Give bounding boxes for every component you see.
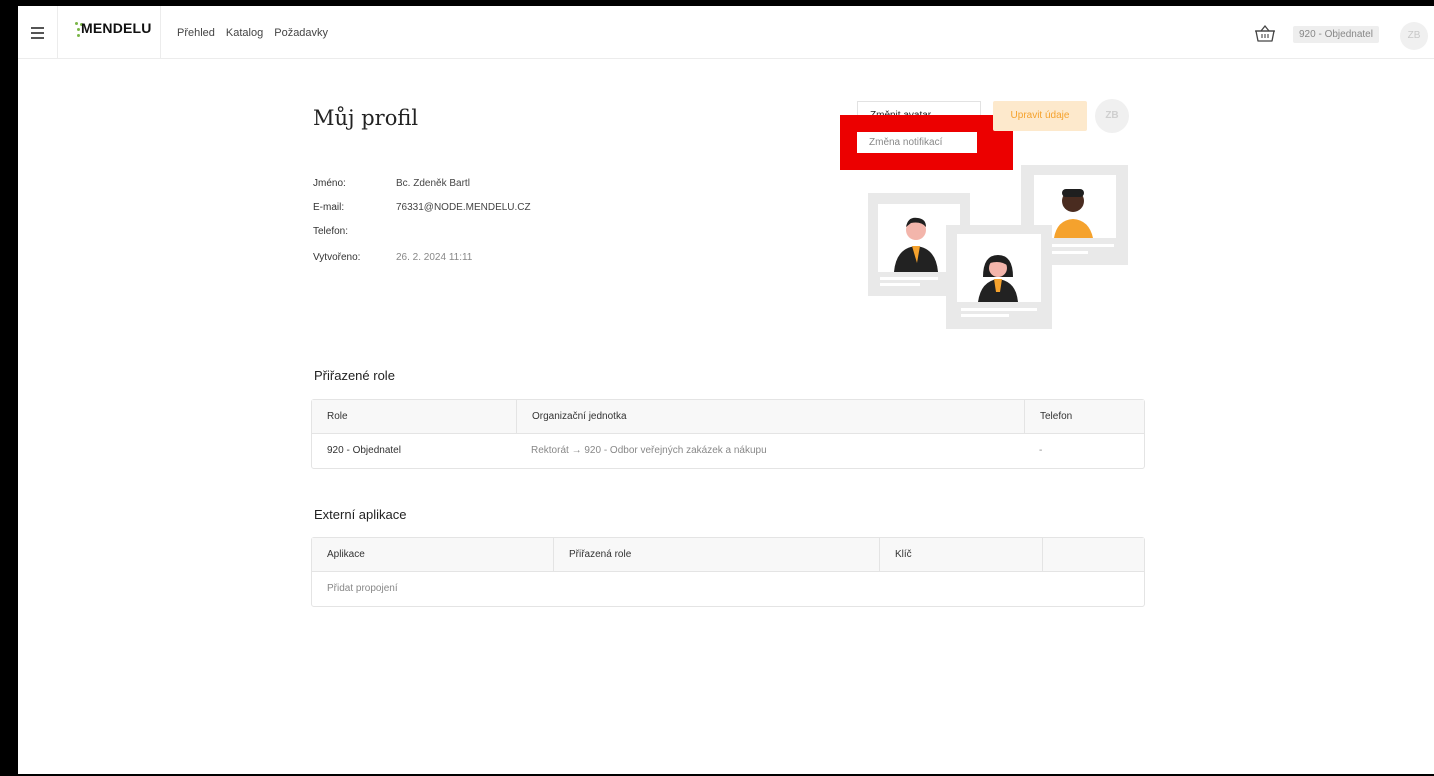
nav-prehled[interactable]: Přehled <box>177 27 215 39</box>
column-header-role: Role <box>327 411 348 422</box>
roles-table: Role Organizační jednotka Telefon 920 - … <box>311 399 1145 469</box>
table-header: Aplikace Přiřazená role Klíč <box>312 538 1144 572</box>
field-phone: Telefon: <box>313 226 713 242</box>
main-nav: Přehled Katalog Požadavky <box>177 6 328 59</box>
user-avatar[interactable]: ZB <box>1400 22 1428 50</box>
field-name: Jméno: Bc. Zdeněk Bartl <box>313 178 713 194</box>
field-value: Bc. Zdeněk Bartl <box>396 178 470 189</box>
external-apps-table: Aplikace Přiřazená role Klíč Přidat prop… <box>311 537 1145 607</box>
nav-pozadavky[interactable]: Požadavky <box>274 27 328 39</box>
table-row: Přidat propojení <box>312 572 1144 606</box>
field-label: Vytvořeno: <box>313 252 361 263</box>
field-label: E-mail: <box>313 202 345 213</box>
table-row: 920 - Objednatel Rektorát → 920 - Odbor … <box>312 434 1144 468</box>
cell-phone: - <box>1039 445 1043 456</box>
change-notifications-item[interactable]: Změna notifikací <box>857 132 977 153</box>
table-header: Role Organizační jednotka Telefon <box>312 400 1144 434</box>
external-apps-section-title: Externí aplikace <box>314 507 407 522</box>
column-header-phone: Telefon <box>1024 400 1145 434</box>
profiles-illustration <box>866 163 1131 329</box>
field-email: E-mail: 76331@NODE.MENDELU.CZ <box>313 202 713 218</box>
cell-org-unit: Rektorát → 920 - Odbor veřejných zakázek… <box>531 445 767 456</box>
logo-text: MENDELU <box>81 20 152 36</box>
profile-avatar: ZB <box>1095 99 1129 133</box>
field-created: Vytvořeno: 26. 2. 2024 11:11 <box>313 252 713 268</box>
field-label: Telefon: <box>313 226 349 237</box>
hamburger-icon[interactable] <box>18 6 58 59</box>
cell-role: 920 - Objednatel <box>327 445 401 456</box>
field-value: 76331@NODE.MENDELU.CZ <box>396 202 531 213</box>
field-value: 26. 2. 2024 11:11 <box>396 252 473 263</box>
edit-profile-button[interactable]: Upravit údaje <box>993 101 1087 131</box>
column-header-assigned-role: Přiřazená role <box>553 538 880 572</box>
column-header-actions <box>1042 538 1145 572</box>
add-connection-link[interactable]: Přidat propojení <box>312 572 398 606</box>
roles-section-title: Přiřazené role <box>314 368 395 383</box>
page-title: Můj profil <box>313 106 419 130</box>
column-header-org-unit: Organizační jednotka <box>516 400 1026 434</box>
role-badge[interactable]: 920 - Objednatel <box>1293 26 1379 43</box>
logo[interactable]: MENDELU <box>59 6 161 59</box>
basket-icon[interactable] <box>1254 24 1276 44</box>
column-header-application: Aplikace <box>327 549 365 560</box>
top-bar: MENDELU Přehled Katalog Požadavky 920 - … <box>18 6 1434 59</box>
dropdown-highlight: Změna notifikací <box>840 115 1013 170</box>
field-label: Jméno: <box>313 178 346 189</box>
nav-katalog[interactable]: Katalog <box>226 27 263 39</box>
column-header-key: Klíč <box>879 538 1043 572</box>
app-window: MENDELU Přehled Katalog Požadavky 920 - … <box>18 6 1434 774</box>
